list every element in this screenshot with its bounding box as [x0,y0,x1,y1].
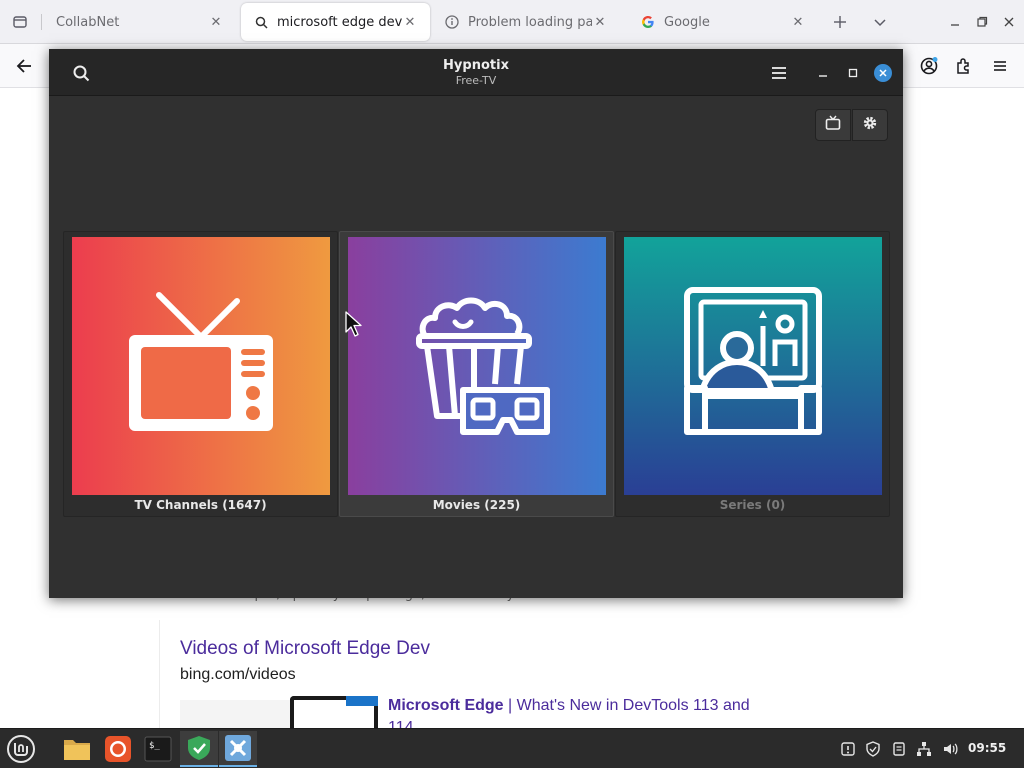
close-icon[interactable]: ✕ [402,15,418,30]
update-manager-shield-icon[interactable] [180,731,218,767]
movies-artwork [348,237,606,495]
couch-viewer-icon [673,284,833,448]
terminal-icon[interactable]: $_ [139,731,177,767]
video-thumbnail-accent [346,696,378,706]
menu-hamburger-icon[interactable] [769,63,789,83]
video-title-bold: Microsoft Edge [388,697,504,714]
preferences-button[interactable] [852,109,888,141]
network-icon[interactable] [914,739,934,759]
tab-title: microsoft edge dev - S [277,14,402,30]
popcorn-3d-glasses-icon [397,284,557,448]
shield-icon[interactable] [863,739,883,759]
tab-microsoft-edge-dev[interactable]: microsoft edge dev - S ✕ [241,3,430,41]
notification-icon[interactable] [838,739,858,759]
videos-url: bing.com/videos [180,666,296,683]
system-taskbar: $_ 09:55 [0,728,1024,768]
close-window-icon[interactable] [997,10,1021,34]
video-title-rest: | What's New in DevTools 113 and [503,697,750,714]
menu-hamburger-icon[interactable] [986,52,1014,80]
minimize-icon[interactable] [815,65,831,81]
category-label: Series (0) [719,498,786,512]
volume-icon[interactable] [940,739,960,759]
mouse-cursor-icon [345,311,363,341]
tab-title: Problem loading page [468,14,592,30]
firefox-icon[interactable] [99,731,137,767]
close-icon[interactable]: ✕ [790,15,806,30]
clock[interactable]: 09:55 [968,741,1006,755]
divider [159,620,160,730]
tv-mode-button[interactable] [815,109,851,141]
tab-list-icon[interactable] [8,10,32,34]
minimize-icon[interactable] [943,10,967,34]
mint-menu-icon[interactable] [2,731,40,767]
tab-google[interactable]: Google ✕ [628,3,818,41]
video-thumbnail[interactable] [180,700,290,730]
video-title-link[interactable]: Microsoft Edge | What's New in DevTools … [388,697,750,715]
info-icon [444,14,460,30]
back-arrow-icon[interactable] [10,52,38,80]
close-icon[interactable]: ✕ [208,15,224,30]
google-icon [640,14,656,30]
search-icon [253,14,269,30]
tv-icon [825,115,841,135]
clipboard-icon[interactable] [889,739,909,759]
category-label: Movies (225) [432,498,521,512]
extensions-puzzle-icon[interactable] [950,52,978,80]
category-movies[interactable]: Movies (225) [339,231,614,517]
new-tab-plus-icon[interactable] [828,10,852,34]
files-folder-icon[interactable] [58,731,96,767]
series-artwork [624,237,882,495]
category-tv-channels[interactable]: TV Channels (1647) [63,231,338,517]
tab-title: CollabNet [56,14,120,30]
close-icon[interactable]: ✕ [592,15,608,30]
category-label: TV Channels (1647) [134,498,267,512]
tab-problem-loading[interactable]: Problem loading page ✕ [432,3,620,41]
tv-channels-artwork [72,237,330,495]
svg-text:$_: $_ [149,741,160,751]
browser-tab-bar: CollabNet ✕ microsoft edge dev - S ✕ Pro… [0,0,1024,44]
hypnotix-window: Hypnotix Free-TV TV Channels (1647) Movi… [49,49,903,598]
hypnotix-header-bar: Hypnotix Free-TV [49,49,903,96]
tab-collabnet[interactable]: CollabNet ✕ [44,3,236,41]
videos-heading-link[interactable]: Videos of Microsoft Edge Dev [180,638,430,660]
tab-title: Google [664,14,710,30]
maximize-icon[interactable] [845,65,861,81]
hypnotix-app-icon[interactable] [219,731,257,767]
close-window-icon[interactable] [874,64,892,82]
account-icon[interactable] [915,52,943,80]
category-series[interactable]: Series (0) [615,231,890,517]
maximize-icon[interactable] [970,10,994,34]
gear-icon [862,115,878,135]
television-icon [121,289,281,443]
chevron-down-icon[interactable] [868,10,892,34]
